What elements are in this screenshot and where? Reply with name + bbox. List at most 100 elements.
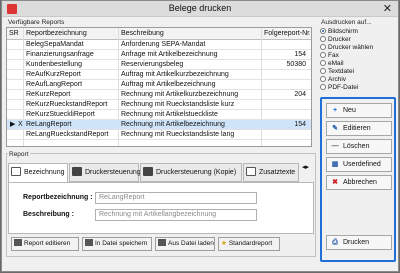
col-header-folge[interactable]: Folgereport-Nr. bbox=[262, 28, 310, 39]
row-name: ReLangRueckstandReport bbox=[26, 131, 109, 138]
table-row[interactable]: Finanzierungsanfrage Anfrage mit Artikel… bbox=[7, 50, 311, 60]
row-desc: Rechnung mit Artikelbezeichnung bbox=[121, 121, 225, 128]
tab-zusatztexte[interactable]: Zusatztexte bbox=[243, 163, 299, 182]
reports-group-label: Verfügbare Reports bbox=[7, 19, 66, 26]
userdefined-button[interactable]: ▦ Userdefined bbox=[326, 157, 392, 172]
option-label: Drucker wählen bbox=[328, 44, 374, 51]
row-name: ReKurzRueckstandReport bbox=[26, 101, 108, 108]
radio-icon[interactable] bbox=[320, 28, 326, 34]
table-row[interactable]: ReAufLangReport Auftrag mit Artikelbezei… bbox=[7, 80, 311, 90]
tab-scroll-arrows[interactable]: ◂▸ bbox=[302, 163, 309, 171]
row-folge bbox=[262, 40, 310, 50]
printer-icon: ⎙ bbox=[332, 239, 338, 246]
abbrechen-label: Abbrechen bbox=[343, 179, 377, 186]
editieren-button[interactable]: ✎ Editieren bbox=[326, 121, 392, 136]
radio-icon[interactable] bbox=[320, 84, 326, 90]
neu-button[interactable]: + Neu bbox=[326, 103, 392, 118]
option-label: PDF-Datei bbox=[328, 84, 359, 91]
radio-icon[interactable] bbox=[320, 44, 326, 50]
button-label: Report editieren bbox=[24, 240, 71, 247]
option-pdf-datei[interactable]: PDF-Datei bbox=[320, 84, 358, 92]
button-label: Standardreport bbox=[228, 240, 273, 247]
row-name: Finanzierungsanfrage bbox=[26, 51, 94, 58]
report-desc-field[interactable]: Rechnung mit Artikellangbezeichnung bbox=[95, 209, 257, 221]
option-label: eMail bbox=[328, 60, 344, 67]
output-group-label: Ausdrucken auf... bbox=[320, 19, 373, 26]
drucken-button[interactable]: ⎙ Drucken bbox=[326, 235, 392, 250]
row-folge: 154 bbox=[294, 121, 306, 128]
option-fax[interactable]: Fax bbox=[320, 52, 339, 60]
tab-druckersteuerung[interactable]: Druckersteuerung bbox=[69, 163, 141, 182]
titlebar: Belege drucken ✕ bbox=[2, 1, 398, 17]
row-desc: Rechnung mit Artikelkurzbezeichnung bbox=[121, 91, 239, 98]
col-header-sr[interactable]: SR bbox=[7, 28, 23, 39]
radio-icon[interactable] bbox=[320, 60, 326, 66]
loeschen-button[interactable]: — Löschen bbox=[326, 139, 392, 154]
radio-icon[interactable] bbox=[320, 36, 326, 42]
grid-header: SR Reportbezeichnung Beschreibung Folger… bbox=[7, 28, 311, 40]
table-row[interactable]: ReKurzRueckstandReport Rechnung mit Ruec… bbox=[7, 100, 311, 110]
option-drucker-waehlen[interactable]: Drucker wählen bbox=[320, 44, 373, 52]
edit-icon bbox=[14, 239, 22, 246]
row-folge bbox=[262, 80, 310, 90]
desc-label: Beschreibung : bbox=[23, 211, 74, 218]
table-row[interactable]: ReKurzStueckliReport Rechnung mit Artike… bbox=[7, 110, 311, 120]
option-label: Archiv bbox=[328, 76, 347, 83]
reports-grid[interactable]: SR Reportbezeichnung Beschreibung Folger… bbox=[6, 27, 312, 147]
tab-druckersteuerung-kopie[interactable]: Druckersteuerung (Kopie) bbox=[140, 163, 242, 182]
row-desc: Anforderung SEPA-Mandat bbox=[121, 41, 206, 48]
report-group-label: Report bbox=[8, 151, 30, 158]
loeschen-label: Löschen bbox=[343, 143, 370, 150]
row-name: Kundenbestellung bbox=[26, 61, 83, 68]
belege-drucken-window: Belege drucken ✕ Verfügbare Reports SR R… bbox=[1, 0, 399, 272]
option-textdatei[interactable]: Textdatei bbox=[320, 68, 354, 76]
tab-label: Druckersteuerung bbox=[85, 169, 141, 176]
printer-icon bbox=[143, 167, 153, 176]
userdefined-label: Userdefined bbox=[343, 161, 381, 168]
row-desc: Reservierungsbeleg bbox=[121, 61, 184, 68]
standardreport-button[interactable]: ★ Standardreport bbox=[218, 237, 280, 251]
option-email[interactable]: eMail bbox=[320, 60, 344, 68]
drucken-label: Drucken bbox=[343, 239, 370, 246]
row-desc: Rechnung mit Rueckstandsliste kurz bbox=[121, 101, 235, 108]
save-icon bbox=[85, 239, 93, 246]
row-name: ReKurzStueckliReport bbox=[26, 111, 95, 118]
tab-label: Druckersteuerung (Kopie) bbox=[156, 169, 237, 176]
option-label: Bildschirm bbox=[328, 28, 358, 35]
pencil-icon: ✎ bbox=[332, 125, 338, 132]
neu-label: Neu bbox=[343, 107, 356, 114]
row-name: ReKurzReport bbox=[26, 91, 71, 98]
table-row[interactable]: ReLangRueckstandReport Rechnung mit Ruec… bbox=[7, 130, 311, 140]
action-panel: + Neu ✎ Editieren — Löschen ▦ Userdefined ✖ A… bbox=[320, 97, 396, 262]
report-name-field[interactable]: ReLangReport bbox=[95, 192, 257, 204]
option-label: Textdatei bbox=[328, 68, 355, 75]
option-drucker[interactable]: Drucker bbox=[320, 36, 351, 44]
radio-icon[interactable] bbox=[320, 52, 326, 58]
col-header-name[interactable]: Reportbezeichnung bbox=[24, 28, 118, 39]
tab-bezeichnung[interactable]: Bezeichnung bbox=[8, 163, 68, 183]
option-bildschirm[interactable]: Bildschirm bbox=[320, 28, 358, 36]
table-row-selected[interactable]: ▶ X ReLangReport Rechnung mit Artikelbez… bbox=[7, 120, 311, 130]
radio-icon[interactable] bbox=[320, 68, 326, 74]
abbrechen-button[interactable]: ✖ Abbrechen bbox=[326, 175, 392, 190]
close-icon[interactable]: ✕ bbox=[383, 2, 392, 15]
row-folge bbox=[262, 130, 310, 140]
button-label: Aus Datei laden bbox=[168, 240, 214, 247]
printer-icon bbox=[72, 167, 82, 176]
table-row[interactable]: ReKurzReport Rechnung mit Artikelkurzbez… bbox=[7, 90, 311, 100]
document-icon bbox=[246, 167, 256, 176]
datei-speichern-button[interactable]: In Datei speichern bbox=[82, 237, 152, 251]
table-row[interactable]: BelegSepaMandat Anforderung SEPA-Mandat bbox=[7, 40, 311, 50]
table-row[interactable]: Kundenbestellung Reservierungsbeleg 5038… bbox=[7, 60, 311, 70]
button-label: In Datei speichern bbox=[95, 240, 148, 247]
col-header-desc[interactable]: Beschreibung bbox=[119, 28, 261, 39]
row-name: ReAufLangReport bbox=[26, 81, 83, 88]
row-folge bbox=[262, 110, 310, 120]
row-sr: X bbox=[18, 121, 23, 128]
radio-icon[interactable] bbox=[320, 76, 326, 82]
option-label: Fax bbox=[328, 52, 339, 59]
datei-laden-button[interactable]: Aus Datei laden bbox=[155, 237, 215, 251]
table-row[interactable]: ReAufKurzReport Auftrag mit Artikelkurzb… bbox=[7, 70, 311, 80]
option-archiv[interactable]: Archiv bbox=[320, 76, 346, 84]
report-editieren-button[interactable]: Report editieren bbox=[11, 237, 79, 251]
